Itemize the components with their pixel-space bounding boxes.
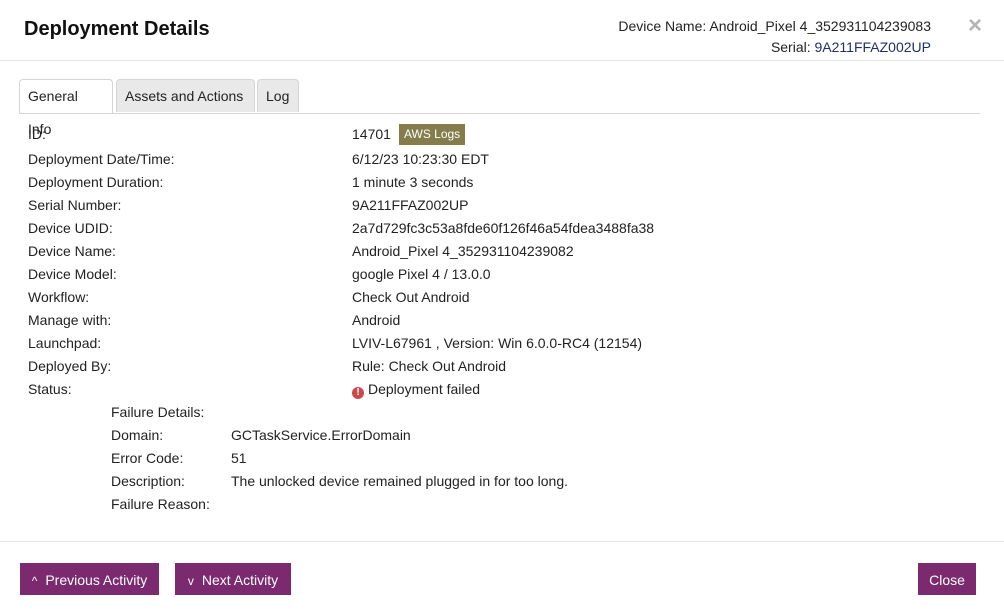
device-name-line: Device Name: Android_Pixel 4_35293110423… — [618, 16, 931, 37]
close-button[interactable]: Close — [918, 563, 976, 595]
serial-value: 9A211FFAZ002UP — [814, 39, 931, 55]
error-icon: ! — [352, 387, 364, 399]
serial-line: Serial: 9A211FFAZ002UP — [618, 37, 931, 58]
detail-value: Android — [352, 312, 401, 328]
chevron-up-icon: ^ — [31, 574, 38, 588]
detail-value: LVIV-L67961 , Version: Win 6.0.0-RC4 (12… — [352, 335, 643, 351]
detail-label: Device Model: — [28, 266, 117, 282]
detail-value: Android_Pixel 4_352931104239082 — [352, 243, 574, 259]
failure-label: Error Code: — [111, 450, 184, 466]
failure-label: Description: — [111, 473, 185, 489]
close-icon[interactable]: × — [968, 14, 982, 38]
failure-label: Failure Reason: — [111, 496, 210, 512]
previous-activity-button[interactable]: ^ Previous Activity — [20, 563, 159, 595]
device-name-label: Device Name: — [618, 18, 707, 34]
previous-activity-label: Previous Activity — [45, 572, 148, 588]
tab-assets-and-actions[interactable]: Assets and Actions — [116, 79, 255, 112]
detail-label: Workflow: — [28, 289, 90, 305]
detail-label: Deployment Duration: — [28, 174, 164, 190]
serial-label: Serial: — [770, 39, 811, 55]
device-name-value: Android_Pixel 4_352931104239083 — [709, 18, 931, 34]
aws-logs-button[interactable]: AWS Logs — [398, 124, 466, 145]
detail-value: Check Out Android — [352, 289, 470, 305]
id-value: 14701 — [352, 126, 391, 143]
detail-value: 2a7d729fc3c53a8fde60f126f46a54fdea3488fa… — [352, 220, 655, 236]
detail-label: Launchpad: — [28, 335, 102, 351]
modal-header: Deployment Details Device Name: Android_… — [0, 0, 1004, 61]
status-text: Deployment failed — [368, 381, 481, 397]
detail-label: Device UDID: — [28, 220, 113, 236]
detail-value: 9A211FFAZ002UP — [352, 197, 469, 213]
detail-value: 1 minute 3 seconds — [352, 174, 474, 190]
detail-label: ID: — [28, 126, 46, 142]
detail-label: Deployment Date/Time: — [28, 151, 175, 167]
detail-label: Manage with: — [28, 312, 112, 328]
failure-label: Domain: — [111, 427, 164, 443]
tab-bar: General Info Assets and Actions Log — [19, 79, 980, 137]
detail-label: Device Name: — [28, 243, 116, 259]
failure-value: GCTaskService.ErrorDomain — [231, 427, 411, 443]
detail-value: Rule: Check Out Android — [352, 358, 507, 374]
detail-label: Deployed By: — [28, 358, 112, 374]
failure-title: Failure Details: — [111, 404, 205, 420]
next-activity-label: Next Activity — [201, 572, 279, 588]
modal-footer: ^ Previous Activity v Next Activity Close — [0, 541, 1004, 615]
modal-title: Deployment Details — [24, 18, 210, 40]
next-activity-button[interactable]: v Next Activity — [175, 563, 291, 595]
tab-general-info[interactable]: General Info — [19, 79, 113, 137]
detail-value: google Pixel 4 / 13.0.0 — [352, 266, 491, 282]
device-info: Device Name: Android_Pixel 4_35293110423… — [618, 16, 931, 58]
failure-value: 51 — [231, 450, 247, 466]
chevron-down-icon: v — [187, 574, 194, 588]
detail-value: 6/12/23 10:23:30 EDT — [352, 151, 489, 167]
detail-value: ! Deployment failed — [352, 380, 480, 399]
detail-value: 14701 AWS Logs — [352, 124, 466, 146]
tab-log[interactable]: Log — [257, 79, 299, 112]
failure-value: The unlocked device remained plugged in … — [231, 473, 568, 489]
detail-label: Status: — [28, 381, 72, 397]
detail-label: Serial Number: — [28, 197, 122, 213]
